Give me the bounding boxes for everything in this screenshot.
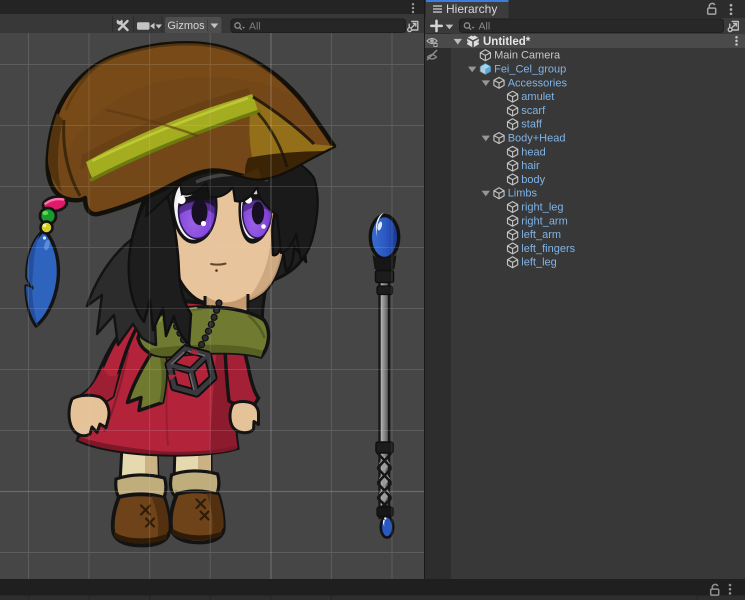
svg-text:Main Camera: Main Camera	[494, 50, 561, 62]
svg-text:Fei_Cel_group: Fei_Cel_group	[494, 64, 566, 76]
svg-text:left_fingers: left_fingers	[521, 243, 575, 255]
svg-text:body: body	[521, 174, 545, 186]
svg-text:Untitled*: Untitled*	[483, 36, 531, 48]
svg-text:head: head	[521, 146, 545, 158]
svg-text:left_leg: left_leg	[521, 257, 556, 269]
svg-text:All: All	[249, 21, 261, 33]
svg-text:Accessories: Accessories	[508, 77, 568, 89]
svg-text:hair: hair	[521, 160, 540, 172]
svg-text:Hierarchy: Hierarchy	[446, 2, 497, 16]
svg-text:right_leg: right_leg	[521, 202, 563, 214]
svg-text:Gizmos: Gizmos	[167, 20, 205, 32]
svg-text:left_arm: left_arm	[521, 229, 561, 241]
svg-text:scarf: scarf	[521, 105, 546, 117]
svg-text:right_arm: right_arm	[521, 215, 567, 227]
svg-text:staff: staff	[521, 119, 543, 131]
svg-text:All: All	[479, 21, 491, 33]
svg-text:Limbs: Limbs	[508, 188, 538, 200]
svg-text:Body+Head: Body+Head	[508, 133, 566, 145]
svg-text:amulet: amulet	[521, 91, 554, 103]
